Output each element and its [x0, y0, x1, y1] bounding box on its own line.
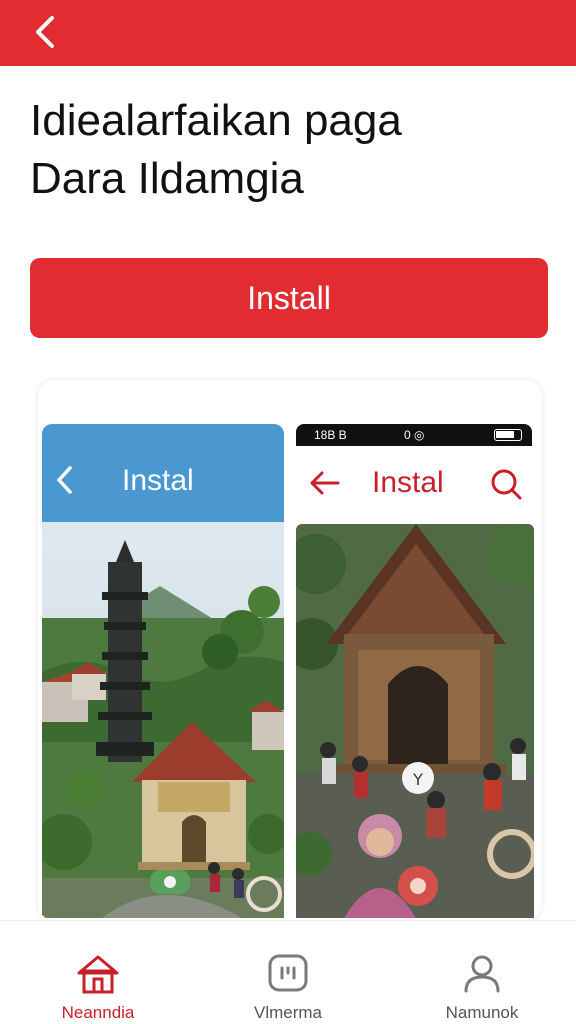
status-time: 18B B — [314, 428, 347, 442]
nav-item-profile[interactable]: Namunok — [402, 921, 562, 1024]
svg-text:Y: Y — [412, 770, 423, 789]
chevron-left-icon — [36, 16, 54, 48]
nav-label-gallery: Vlmerma — [253, 1003, 322, 1022]
gallery-icon — [268, 954, 308, 992]
screenshot-left-title: Instal — [122, 464, 194, 497]
screenshot-gallery[interactable]: Instal 18B B 0 ◎ Instal Y — [38, 380, 542, 920]
temple-aerial-photo — [42, 522, 284, 918]
status-bar: 18B B 0 ◎ — [296, 424, 532, 446]
arrow-left-icon — [310, 471, 340, 495]
screenshot-right-header: Instal — [296, 446, 534, 524]
chevron-left-icon — [57, 466, 72, 494]
back-button[interactable] — [22, 8, 70, 56]
profile-icon — [464, 955, 500, 993]
screenshot-left-header: Instal — [42, 424, 284, 522]
battery-icon — [494, 429, 522, 441]
page-title: Idiealarfaikan paga Dara Ildamgia — [30, 92, 550, 208]
search-icon — [491, 469, 522, 500]
home-icon — [77, 955, 119, 994]
nav-item-home[interactable]: Neanndia — [18, 921, 178, 1024]
screenshot-right-title: Instal — [372, 466, 444, 499]
nav-label-profile: Namunok — [445, 1003, 519, 1022]
screenshot-left[interactable]: Instal — [42, 424, 284, 918]
nav-label-home: Neanndia — [61, 1003, 135, 1022]
temple-crowd-photo: Y — [296, 524, 534, 918]
title-line-2: Dara Ildamgia — [30, 154, 304, 203]
app-bar — [0, 0, 576, 66]
nav-item-gallery[interactable]: Vlmerma — [208, 921, 368, 1024]
status-indicators: 0 ◎ — [404, 428, 425, 442]
bottom-navigation: Neanndia Vlmerma Namunok — [0, 920, 576, 1024]
screenshot-right[interactable]: 18B B 0 ◎ Instal Y — [296, 424, 534, 918]
install-button[interactable]: Install — [30, 258, 548, 338]
title-line-1: Idiealarfaikan paga — [30, 96, 402, 145]
